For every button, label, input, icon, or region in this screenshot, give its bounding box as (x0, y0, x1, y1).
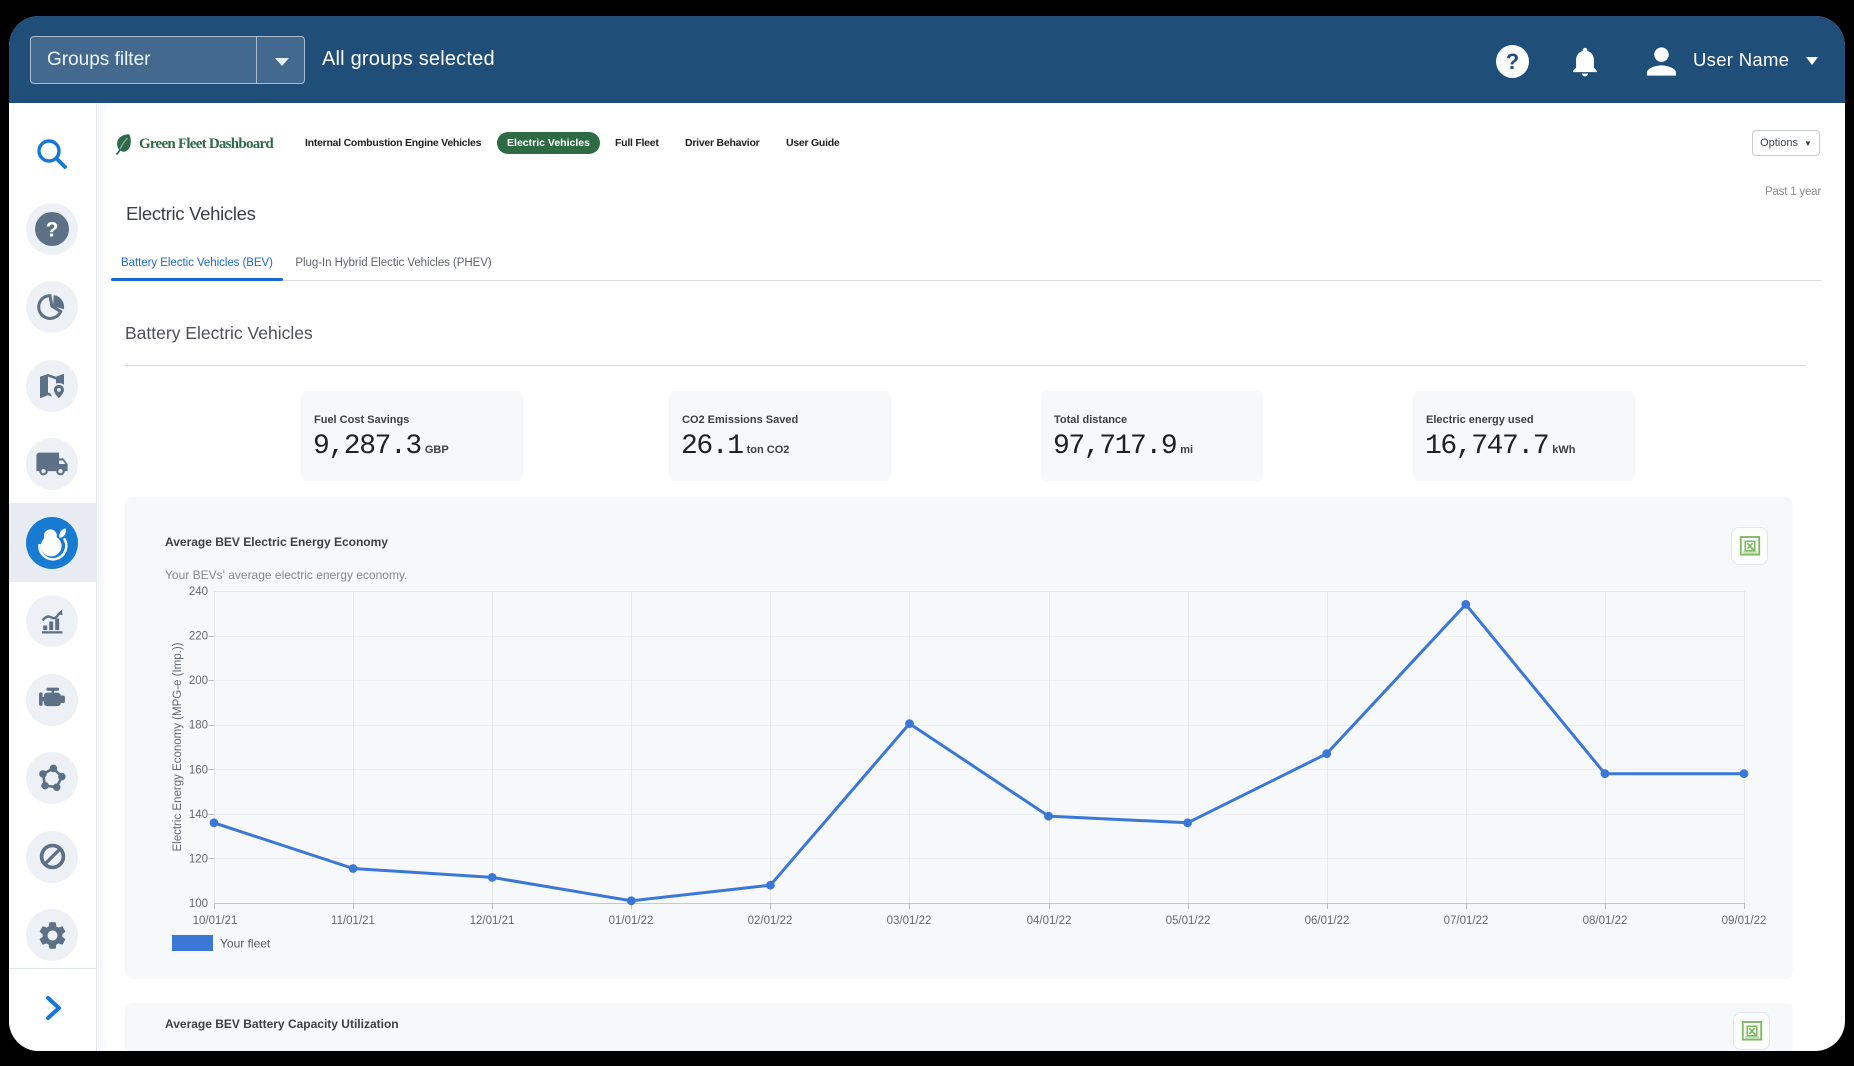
svg-text:07/01/22: 07/01/22 (1444, 915, 1489, 927)
svg-text:220: 220 (189, 631, 208, 643)
svg-text:120: 120 (189, 853, 208, 865)
svg-text:160: 160 (189, 764, 208, 776)
svg-text:06/01/22: 06/01/22 (1305, 915, 1350, 927)
svg-text:200: 200 (189, 675, 208, 687)
svg-text:05/01/22: 05/01/22 (1166, 915, 1211, 927)
svg-text:Electric Energy Economy (MPG-e: Electric Energy Economy (MPG-e (Imp.)) (172, 642, 184, 851)
svg-text:240: 240 (189, 586, 208, 598)
svg-text:140: 140 (189, 809, 208, 821)
svg-text:180: 180 (189, 720, 208, 732)
svg-text:01/01/22: 01/01/22 (609, 915, 654, 927)
svg-text:12/01/21: 12/01/21 (470, 915, 515, 927)
svg-text:09/01/22: 09/01/22 (1722, 915, 1767, 927)
svg-text:08/01/22: 08/01/22 (1583, 915, 1628, 927)
svg-text:02/01/22: 02/01/22 (748, 915, 793, 927)
svg-text:03/01/22: 03/01/22 (887, 915, 932, 927)
svg-text:100: 100 (189, 898, 208, 910)
svg-text:Your fleet: Your fleet (220, 937, 271, 951)
svg-text:10/01/21: 10/01/21 (193, 915, 238, 927)
svg-text:04/01/22: 04/01/22 (1027, 915, 1072, 927)
svg-text:11/01/21: 11/01/21 (331, 915, 375, 927)
